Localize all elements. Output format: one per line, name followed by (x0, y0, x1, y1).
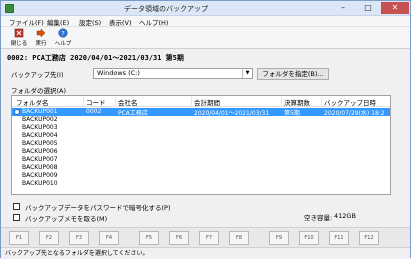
menu-view[interactable]: 表示(V) (109, 17, 132, 27)
col-code[interactable]: コード (84, 97, 116, 107)
help-icon: ? (58, 28, 68, 38)
list-item[interactable]: BACKUP004 (12, 132, 390, 140)
list-item[interactable]: BACKUP007 (12, 156, 390, 164)
row-folder: BACKUP002 (22, 116, 58, 123)
run-button-label: 実行 (35, 41, 47, 47)
row-folder: BACKUP006 (22, 148, 58, 155)
fkey-button[interactable]: F6 (169, 231, 189, 245)
company-info: 0002: PCA工務店 2020/04/01～2021/03/31 第5期 (7, 54, 184, 62)
list-item[interactable]: BACKUP005 (12, 140, 390, 148)
run-button[interactable]: 実行 (31, 28, 51, 48)
fkey-button[interactable]: F7 (199, 231, 219, 245)
title-bar[interactable]: データ領域のバックアップ – □ ✕ (1, 1, 410, 16)
col-folder[interactable]: フォルダ名 (14, 97, 84, 107)
row-folder: BACKUP007 (22, 156, 58, 163)
help-button-label: ヘルプ (54, 41, 72, 47)
list-item[interactable]: BACKUP003 (12, 124, 390, 132)
row-folder: BACKUP001 (22, 108, 58, 115)
memo-checkbox[interactable] (13, 214, 20, 221)
col-company[interactable]: 会社名 (116, 97, 192, 107)
fkey-button[interactable]: F5 (139, 231, 159, 245)
list-item[interactable]: BACKUP009 (12, 172, 390, 180)
function-key-bar: F1 F2 F3 F4 F5 F6 F7 F8 F9 F10 F11 F12 (1, 227, 410, 247)
memo-label[interactable]: バックアップメモを取る(M) (25, 213, 107, 223)
col-date[interactable]: バックアップ日時 (322, 97, 390, 107)
menu-bar: ファイル(F) 編集(E) 設定(S) 表示(V) ヘルプ(H) (1, 16, 410, 27)
help-button[interactable]: ? ヘルプ (53, 28, 73, 48)
list-item[interactable]: BACKUP008 (12, 164, 390, 172)
folder-select-label: フォルダの選択(A) (11, 87, 67, 95)
window-title: データ領域のバックアップ (124, 5, 208, 13)
fkey-button[interactable]: F11 (329, 231, 349, 245)
fkey-button[interactable]: F12 (359, 231, 379, 245)
free-space-value: 412GB (334, 212, 356, 220)
fkey-button[interactable]: F2 (39, 231, 59, 245)
close-window-button[interactable]: ✕ (381, 2, 409, 14)
row-folder: BACKUP008 (22, 164, 58, 171)
menu-help[interactable]: ヘルプ(H) (139, 17, 168, 27)
list-item[interactable]: BACKUP010 (12, 180, 390, 188)
encrypt-checkbox[interactable] (13, 203, 20, 210)
fkey-button[interactable]: F1 (9, 231, 29, 245)
status-bar: バックアップ先となるフォルダを選択してください。 (1, 247, 410, 258)
row-folder: BACKUP004 (22, 132, 58, 139)
row-folder: BACKUP010 (22, 180, 58, 187)
chevron-down-icon[interactable]: ▼ (242, 69, 252, 78)
fkey-button[interactable]: F4 (99, 231, 119, 245)
list-header: フォルダ名 コード 会社名 会計期間 決算期数 バックアップ日時 (12, 96, 390, 107)
folder-list[interactable]: フォルダ名 コード 会社名 会計期間 決算期数 バックアップ日時 BACKUP0… (11, 95, 391, 195)
list-item[interactable]: BACKUP001 0002 PCA工務店 2020/04/01～2021/03… (12, 108, 390, 117)
row-folder: BACKUP003 (22, 124, 58, 131)
fkey-button[interactable]: F9 (269, 231, 289, 245)
backup-target-select[interactable]: Windows (C:) ▼ (93, 68, 253, 79)
app-window: データ領域のバックアップ – □ ✕ ファイル(F) 編集(E) 設定(S) 表… (0, 0, 411, 258)
fkey-button[interactable]: F8 (229, 231, 249, 245)
maximize-button[interactable]: □ (356, 2, 380, 14)
toolbar: 閉じる 実行 ? ヘルプ (1, 27, 410, 49)
free-space-label: 空き容量: (304, 214, 333, 222)
list-item[interactable]: BACKUP006 (12, 148, 390, 156)
menu-edit[interactable]: 編集(E) (47, 17, 69, 27)
minimize-button[interactable]: – (331, 2, 355, 14)
close-button-label: 閉じる (10, 41, 28, 47)
close-door-icon (14, 28, 24, 38)
close-button[interactable]: 閉じる (9, 28, 29, 48)
fkey-button[interactable]: F3 (69, 231, 89, 245)
row-folder: BACKUP009 (22, 172, 58, 179)
menu-file[interactable]: ファイル(F) (9, 17, 44, 27)
run-arrow-icon (36, 28, 46, 38)
list-item[interactable]: BACKUP002 (12, 116, 390, 124)
col-fiscal[interactable]: 決算期数 (282, 97, 322, 107)
specify-folder-button[interactable]: フォルダを指定(B)... (257, 68, 329, 80)
row-folder: BACKUP005 (22, 140, 58, 147)
row-code: 0002 (86, 108, 102, 115)
menu-settings[interactable]: 設定(S) (79, 17, 101, 27)
col-period[interactable]: 会計期間 (192, 97, 282, 107)
backup-target-label: バックアップ先(I) (11, 71, 64, 79)
svg-text:?: ? (61, 29, 64, 37)
encrypt-label[interactable]: バックアップデータをパスワードで暗号化する(P) (25, 202, 171, 212)
selected-folder-icon (14, 109, 20, 115)
backup-target-value: Windows (C:) (97, 69, 140, 77)
fkey-button[interactable]: F10 (299, 231, 319, 245)
